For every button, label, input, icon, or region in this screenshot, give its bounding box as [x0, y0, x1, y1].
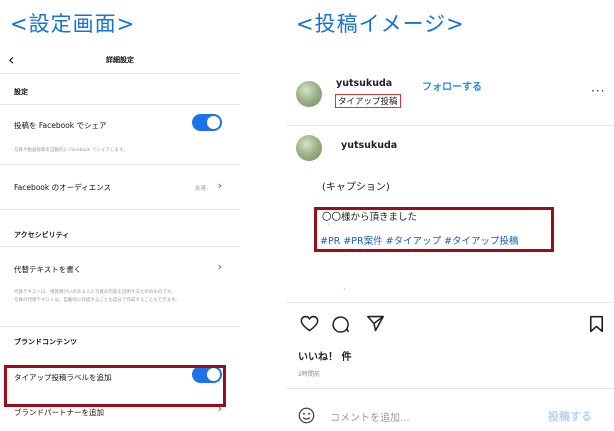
divider: [286, 302, 614, 303]
divider: [0, 209, 240, 210]
divider: [0, 246, 240, 247]
post-username[interactable]: yutsukuda: [336, 78, 392, 89]
post-time: 2時間前: [298, 371, 320, 378]
share-icon[interactable]: [366, 315, 385, 332]
section-settings-label: 設定: [14, 88, 28, 96]
post-comment-button[interactable]: 投稿する: [548, 408, 592, 424]
post-preview: yutsukuda フォローする タイアップ投稿 ··· yutsukuda (…: [286, 62, 614, 431]
toggle-knob: [207, 116, 220, 129]
avatar[interactable]: [296, 135, 322, 161]
facebook-share-toggle[interactable]: [192, 114, 222, 131]
settings-panel: ‹ 詳細設定 設定 投稿を Facebook でシェア 写真や動画投稿を自動的に…: [0, 46, 240, 431]
facebook-share-label: 投稿を Facebook でシェア: [14, 121, 107, 130]
likes-count[interactable]: いいね！ 件: [298, 348, 351, 363]
facebook-audience-label[interactable]: Facebook のオーディエンス: [14, 182, 111, 193]
tieup-tag[interactable]: タイアップ投稿: [335, 94, 401, 108]
comment-username[interactable]: yutsukuda: [341, 140, 397, 151]
alt-text-description-2: 写真の代替テキストは、自動的に作成することも自分で作成することもできます。: [14, 298, 180, 303]
alt-text-label[interactable]: 代替テキストを書く: [14, 264, 81, 275]
settings-title: 詳細設定: [106, 56, 134, 64]
highlight-box: [314, 207, 554, 252]
facebook-share-description: 写真や動画投稿を自動的に Facebook でシェアします。: [14, 148, 128, 153]
post-image-heading: <投稿イメージ>: [296, 12, 465, 36]
more-options-icon[interactable]: ···: [591, 84, 605, 98]
highlight-box: [4, 365, 226, 407]
alt-text-description-1: 代替テキストは、視覚障がいのある人に写真の内容を説明するためのものです。: [14, 290, 176, 295]
comment-icon[interactable]: [332, 315, 350, 333]
settings-topbar: ‹ 詳細設定: [0, 46, 240, 74]
divider: [286, 125, 614, 126]
chevron-right-icon[interactable]: ›: [218, 260, 222, 273]
brand-partner-label[interactable]: ブランドパートナーを追加: [14, 407, 104, 418]
divider: [0, 164, 240, 165]
dot: ·: [343, 285, 346, 294]
settings-screen-heading: <設定画面>: [10, 12, 136, 36]
divider: [286, 388, 614, 389]
avatar[interactable]: [296, 81, 322, 107]
heart-icon[interactable]: [300, 315, 319, 332]
bookmark-icon[interactable]: [589, 315, 604, 333]
chevron-right-icon[interactable]: ›: [218, 179, 222, 192]
comment-input[interactable]: コメントを追加...: [330, 409, 410, 424]
section-brand-content-label: ブランドコンテンツ: [14, 338, 77, 346]
follow-button[interactable]: フォローする: [422, 78, 482, 93]
divider: [0, 326, 240, 327]
section-accessibility-label: アクセシビリティ: [14, 231, 70, 239]
caption-text: (キャプション): [322, 182, 390, 193]
divider: [0, 104, 240, 105]
emoji-icon[interactable]: [298, 407, 315, 424]
facebook-audience-value: 友達: [194, 186, 206, 192]
